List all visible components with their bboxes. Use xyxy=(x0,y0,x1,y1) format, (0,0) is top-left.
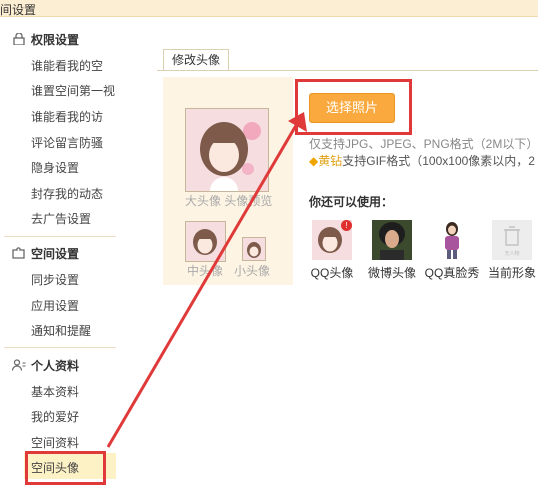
annotation-highlight-choose-photo xyxy=(295,79,412,135)
option-label: QQ真脸秀 xyxy=(424,266,480,280)
option-label: 当前形象 xyxy=(487,266,536,280)
qq-show-thumb xyxy=(432,220,472,260)
sidebar-item-archive-feed[interactable]: 封存我的动态 xyxy=(31,185,118,202)
qq-show-option[interactable]: QQ真脸秀 xyxy=(420,220,484,281)
section-permission: 权限设置 xyxy=(12,31,79,48)
sidebar-item-basic-info[interactable]: 基本资料 xyxy=(31,383,118,400)
sidebar-item-first-view[interactable]: 谁置空间第一视 xyxy=(31,82,118,99)
tab-change-avatar[interactable]: 修改头像 xyxy=(163,49,229,71)
format-note: 仅支持JPG、JPEG、PNG格式（2M以下） xyxy=(309,137,538,151)
puzzle-icon xyxy=(12,247,26,259)
window-titlebar: 间设置 xyxy=(0,0,538,17)
weibo-avatar-option[interactable]: 微博头像 xyxy=(360,220,424,281)
sidebar-item-invisible[interactable]: 隐身设置 xyxy=(31,159,118,176)
sidebar-item-sync[interactable]: 同步设置 xyxy=(31,271,118,288)
qq-avatar-option[interactable]: ! QQ头像 xyxy=(300,220,364,281)
yellow-diamond-link[interactable]: 黄钻 xyxy=(318,154,342,168)
section-space: 空间设置 xyxy=(12,245,79,262)
gif-note: ◆黄钻支持GIF格式（100x100像素以内，2 xyxy=(309,154,535,168)
weibo-avatar-thumb xyxy=(372,220,412,260)
large-avatar-label: 大头像 头像预览 xyxy=(185,194,273,208)
qq-avatar-thumb: ! xyxy=(312,220,352,260)
sidebar-item-hobbies[interactable]: 我的爱好 xyxy=(31,408,118,425)
large-avatar-preview xyxy=(185,108,269,192)
sidebar-item-apps[interactable]: 应用设置 xyxy=(31,297,118,314)
current-image-thumb: 无人物 xyxy=(492,220,532,260)
sidebar-divider xyxy=(4,236,116,237)
option-label: 微博头像 xyxy=(367,266,416,280)
sidebar-item-visitors[interactable]: 谁能看我的访 xyxy=(31,108,118,125)
notification-badge: ! xyxy=(341,220,352,231)
diamond-icon: ◆ xyxy=(309,154,319,168)
alternative-sources-title: 你还可以使用： xyxy=(309,195,394,209)
annotation-highlight-space-avatar xyxy=(25,451,106,485)
option-label: QQ头像 xyxy=(310,266,354,280)
sidebar-item-anti-spam[interactable]: 评论留言防骚 xyxy=(31,134,118,151)
medium-avatar-preview xyxy=(185,221,226,262)
lock-icon xyxy=(12,32,26,46)
trash-icon: 无人物 xyxy=(492,220,532,260)
small-avatar-label: 小头像 xyxy=(234,264,271,278)
current-image-option[interactable]: 无人物 当前形象 xyxy=(480,220,538,281)
window-title: 间设置 xyxy=(0,3,37,17)
section-profile: 个人资料 xyxy=(11,357,79,374)
sidebar-item-remove-ads[interactable]: 去广告设置 xyxy=(31,210,118,227)
small-avatar-preview xyxy=(242,237,266,261)
sidebar-item-who-can-view[interactable]: 谁能看我的空 xyxy=(31,57,118,74)
sidebar-item-notifications[interactable]: 通知和提醒 xyxy=(31,322,118,339)
medium-avatar-label: 中头像 xyxy=(187,264,224,278)
sidebar-divider xyxy=(4,347,116,348)
person-icon xyxy=(11,359,26,371)
tab-underline xyxy=(157,70,538,71)
svg-text:无人物: 无人物 xyxy=(504,250,519,257)
sidebar-item-space-info[interactable]: 空间资料 xyxy=(31,434,118,451)
